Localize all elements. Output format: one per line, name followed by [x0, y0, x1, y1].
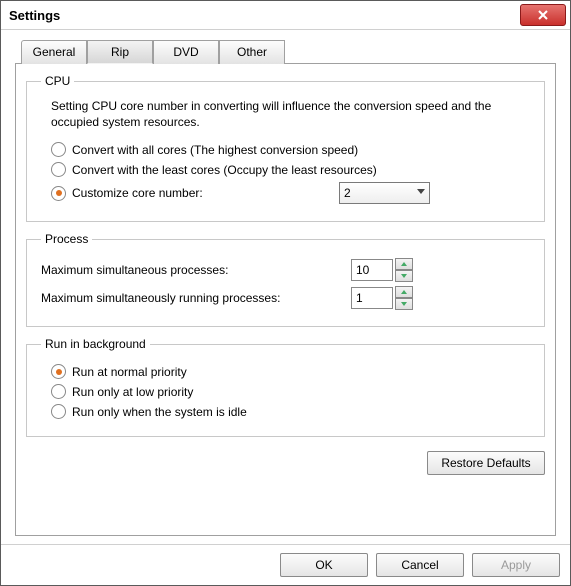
cpu-description: Setting CPU core number in converting wi…: [51, 98, 530, 130]
settings-window: Settings General Rip DVD Other CPU Setti…: [0, 0, 571, 586]
restore-defaults-button[interactable]: Restore Defaults: [427, 451, 545, 475]
max-sim-value: 10: [356, 263, 369, 277]
title-bar: Settings: [1, 1, 570, 30]
footer: OK Cancel Apply: [1, 544, 570, 585]
max-run-row: Maximum simultaneously running processes…: [41, 286, 530, 310]
chevron-down-icon: [417, 189, 425, 195]
window-body: General Rip DVD Other CPU Setting CPU co…: [1, 30, 570, 544]
core-number-value: 2: [344, 186, 351, 200]
max-sim-input[interactable]: 10: [351, 259, 393, 281]
max-sim-up[interactable]: [395, 258, 413, 270]
radio-priority-low[interactable]: Run only at low priority: [51, 384, 530, 399]
core-number-select[interactable]: 2: [339, 182, 430, 204]
cancel-button[interactable]: Cancel: [376, 553, 464, 577]
radio-convert-all[interactable]: Convert with all cores (The highest conv…: [51, 142, 530, 157]
radio-convert-least[interactable]: Convert with the least cores (Occupy the…: [51, 162, 530, 177]
tab-rip[interactable]: Rip: [87, 40, 153, 64]
radio-icon: [51, 384, 66, 399]
chevron-up-icon: [401, 262, 407, 266]
radio-customize-cores[interactable]: Customize core number: 2: [51, 182, 530, 204]
radio-priority-idle[interactable]: Run only when the system is idle: [51, 404, 530, 419]
radio-icon: [51, 364, 66, 379]
radio-label: Run at normal priority: [72, 365, 187, 379]
max-run-label: Maximum simultaneously running processes…: [41, 291, 351, 305]
background-legend: Run in background: [41, 337, 150, 351]
max-run-up[interactable]: [395, 286, 413, 298]
window-title: Settings: [1, 8, 60, 23]
tab-bar: General Rip DVD Other: [21, 40, 556, 64]
cpu-legend: CPU: [41, 74, 74, 88]
chevron-down-icon: [401, 274, 407, 278]
radio-icon: [51, 186, 66, 201]
close-button[interactable]: [520, 4, 566, 26]
radio-label: Run only when the system is idle: [72, 405, 247, 419]
radio-icon: [51, 404, 66, 419]
tab-general[interactable]: General: [21, 40, 87, 64]
radio-priority-normal[interactable]: Run at normal priority: [51, 364, 530, 379]
max-run-value: 1: [356, 291, 363, 305]
radio-icon: [51, 162, 66, 177]
max-sim-label: Maximum simultaneous processes:: [41, 263, 351, 277]
tab-content: CPU Setting CPU core number in convertin…: [15, 63, 556, 536]
process-group: Process Maximum simultaneous processes: …: [26, 232, 545, 327]
radio-icon: [51, 142, 66, 157]
process-legend: Process: [41, 232, 92, 246]
cpu-group: CPU Setting CPU core number in convertin…: [26, 74, 545, 222]
max-run-down[interactable]: [395, 298, 413, 310]
max-run-input[interactable]: 1: [351, 287, 393, 309]
radio-label: Convert with all cores (The highest conv…: [72, 143, 358, 157]
radio-label: Run only at low priority: [72, 385, 193, 399]
max-sim-row: Maximum simultaneous processes: 10: [41, 258, 530, 282]
background-group: Run in background Run at normal priority…: [26, 337, 545, 437]
apply-button[interactable]: Apply: [472, 553, 560, 577]
close-icon: [538, 10, 548, 20]
radio-label: Customize core number:: [72, 186, 203, 200]
chevron-down-icon: [401, 302, 407, 306]
tab-other[interactable]: Other: [219, 40, 285, 64]
chevron-up-icon: [401, 290, 407, 294]
radio-label: Convert with the least cores (Occupy the…: [72, 163, 377, 177]
max-sim-down[interactable]: [395, 270, 413, 282]
tab-dvd[interactable]: DVD: [153, 40, 219, 64]
ok-button[interactable]: OK: [280, 553, 368, 577]
